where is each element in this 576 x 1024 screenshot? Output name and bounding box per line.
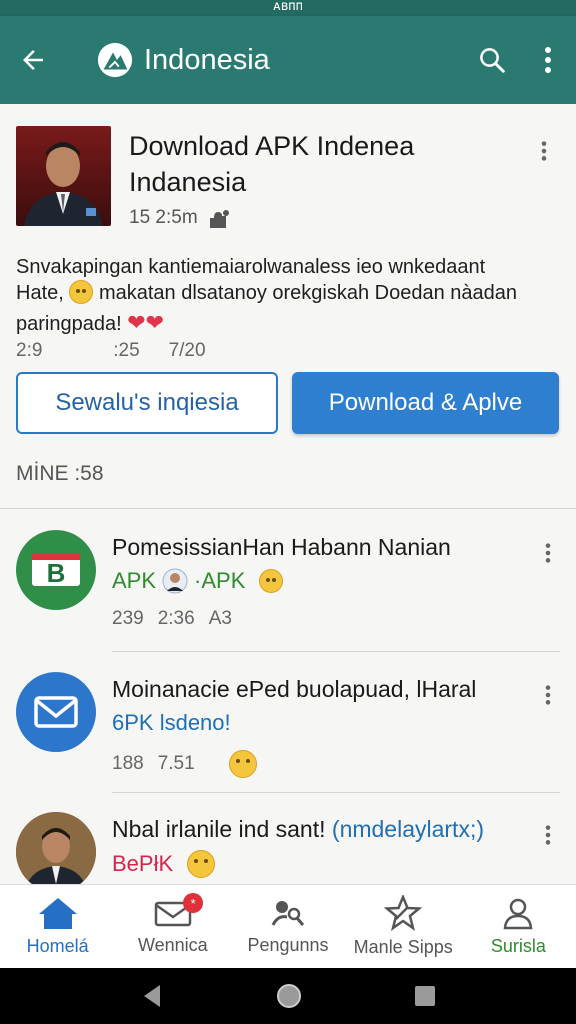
item-more-button[interactable]: [536, 538, 560, 568]
item-subtitle: 6PK lsdeno!: [112, 710, 231, 736]
search-button[interactable]: [464, 27, 520, 93]
status-text: ᴀʙᴨᴨ: [273, 0, 303, 14]
item-tag: 6PK lsdeno!: [112, 710, 231, 735]
smile-emoji-icon: [187, 850, 216, 878]
search-people-icon: [271, 901, 305, 926]
featured-meta: 15 2:5m: [129, 206, 232, 230]
app-logo-icon: [96, 41, 134, 79]
status-bar: ᴀʙᴨᴨ: [0, 0, 576, 16]
arrow-left-icon: [23, 50, 43, 70]
meta-count: 188: [112, 753, 144, 774]
more-vert-icon: [541, 141, 547, 161]
description-line-2b: makatan dlsatanoy orekgiskah Doedan nàad…: [98, 282, 518, 304]
nav-label: Wennica: [137, 935, 208, 955]
item-title-tail: (nmdelaylartx;): [331, 816, 485, 842]
nav-label: Manle Sipps: [353, 937, 453, 957]
featured-description: Snvakapingan kantiemaiarolwanaless ieo w…: [16, 254, 556, 337]
item-more-button[interactable]: [536, 820, 560, 850]
avatar-icon: [162, 568, 188, 594]
person-avatar: [16, 812, 96, 884]
person-icon: [504, 898, 533, 930]
item-tag: APK: [112, 568, 157, 593]
brand-b-icon: B: [16, 530, 96, 610]
nav-item-favorites[interactable]: Manle Sipps: [346, 885, 461, 968]
divider: [112, 651, 560, 652]
back-button[interactable]: [0, 27, 66, 93]
more-vert-icon: [545, 685, 551, 705]
stat-2: :25: [113, 340, 140, 361]
item-meta: 239 2:36 A3: [112, 608, 232, 630]
back-triangle-icon[interactable]: [140, 983, 164, 1009]
nav-label: Surisla: [490, 936, 546, 956]
item-tag-2: ·APK: [194, 568, 246, 593]
nav-item-profile[interactable]: Surisla: [461, 885, 576, 968]
list-item[interactable]: B PomesissianHan Habann Nanian APK ·APK …: [16, 530, 560, 660]
app-bar: Indonesia: [0, 16, 576, 104]
page-title: Indonesia: [144, 43, 270, 76]
home-circle-icon[interactable]: [276, 983, 302, 1009]
post-time: 15 2:5m: [129, 207, 198, 228]
secondary-button[interactable]: Sewalu's inqiesia: [16, 372, 278, 434]
mail-app-icon: [16, 672, 96, 752]
item-title-text: Nbal irlanile ind sant!: [112, 816, 326, 842]
divider: [112, 792, 560, 793]
item-subtitle: APK ·APK: [112, 568, 284, 594]
bottom-navigation: Homelá * Wennica Pengunns Manle Sipps Su…: [0, 884, 576, 968]
download-button[interactable]: Pownload & Aplve: [292, 372, 559, 434]
nav-item-home[interactable]: Homelá: [0, 885, 115, 968]
description-line-2a: Hate,: [16, 282, 64, 304]
divider: [0, 508, 576, 509]
more-vert-icon: [545, 47, 551, 73]
stat-3: 7/20: [168, 340, 206, 361]
notification-badge: *: [183, 893, 204, 913]
featured-title[interactable]: Download APK Indenea Indanesia: [129, 128, 519, 200]
star-icon: [384, 895, 423, 931]
item-tag: BePłK: [112, 851, 174, 876]
laugh-emoji-icon: [228, 750, 257, 778]
feed: Download APK Indenea Indanesia 15 2:5m S…: [0, 104, 576, 884]
search-icon: [480, 48, 505, 73]
item-more-button[interactable]: [536, 680, 560, 710]
featured-more-button[interactable]: [532, 136, 556, 166]
nav-item-people[interactable]: Pengunns: [230, 885, 345, 968]
meta-time: 7.51: [157, 753, 195, 774]
item-meta: 188 7.51: [112, 750, 257, 778]
description-line-1: Snvakapingan kantiemaiarolwanaless ieo w…: [16, 256, 486, 278]
author-avatar[interactable]: [16, 126, 111, 226]
list-item[interactable]: Nbal irlanile ind sant! (nmdelaylartx;) …: [16, 812, 560, 884]
nav-label: Pengunns: [247, 935, 329, 955]
puzzle-icon: [209, 210, 229, 228]
section-label: MİNE :58: [16, 462, 104, 485]
more-vert-icon: [545, 825, 551, 845]
stat-1: 2:9: [16, 340, 43, 361]
item-title: Nbal irlanile ind sant! (nmdelaylartx;): [112, 816, 484, 843]
recents-square-icon[interactable]: [414, 985, 436, 1007]
system-navigation-bar: [0, 968, 576, 1024]
svg-text:B: B: [47, 558, 66, 588]
item-title: PomesissianHan Habann Nanian: [112, 534, 451, 560]
more-button[interactable]: [520, 27, 576, 93]
featured-stats: 2:9 :25 7/20: [16, 340, 316, 362]
item-subtitle: BePłK: [112, 850, 216, 878]
heart-icon: ❤❤: [127, 310, 165, 335]
home-icon: [38, 898, 77, 929]
meta-time: 2:36: [157, 608, 195, 629]
smile-emoji-icon: [69, 280, 94, 304]
meta-extra: A3: [208, 608, 232, 629]
meta-count: 239: [112, 608, 144, 629]
nav-label: Homelá: [26, 936, 89, 956]
list-item[interactable]: Moinanacie ePed buolapuad, lHaral 6PK ls…: [16, 672, 560, 802]
item-title: Moinanacie ePed buolapuad, lHaral: [112, 676, 477, 702]
more-vert-icon: [545, 543, 551, 563]
smile-emoji-icon: [259, 569, 284, 593]
description-line-3: paringpada!: [16, 313, 122, 335]
nav-item-messages[interactable]: * Wennica: [115, 885, 230, 968]
